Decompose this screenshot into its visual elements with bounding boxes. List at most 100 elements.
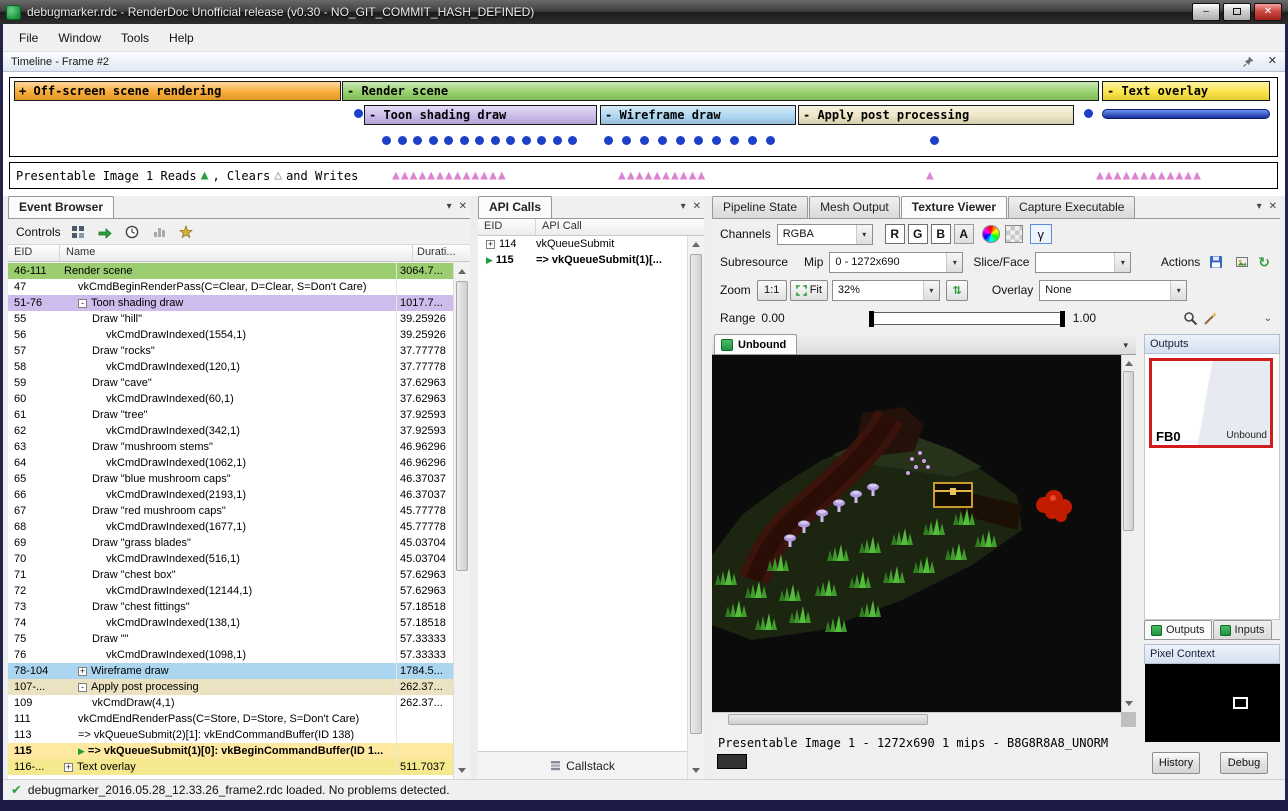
time-durations-icon[interactable] — [122, 222, 142, 242]
history-button[interactable]: History — [1152, 752, 1200, 774]
channel-b-button[interactable]: B — [931, 224, 951, 244]
draw-call-dot[interactable] — [766, 136, 775, 145]
draw-call-dot[interactable] — [604, 136, 613, 145]
draw-call-dot[interactable] — [658, 136, 667, 145]
color-wheel-icon[interactable] — [982, 225, 1000, 243]
timeline-bar-offscreen-scene[interactable]: + Off-screen scene rendering — [14, 81, 341, 101]
event-row[interactable]: 69Draw "grass blades"45.03704 — [8, 535, 453, 551]
tab-api-calls[interactable]: API Calls — [478, 196, 552, 218]
channel-g-button[interactable]: G — [908, 224, 928, 244]
tree-expander[interactable]: + — [64, 763, 73, 772]
maximize-button[interactable] — [1223, 3, 1251, 21]
column-eid[interactable]: EID — [8, 245, 60, 261]
menu-window[interactable]: Window — [48, 27, 111, 49]
draw-call-dot[interactable] — [730, 136, 739, 145]
callstack-section[interactable]: Callstack — [478, 751, 687, 779]
scroll-up-icon[interactable] — [692, 242, 700, 247]
timeline-resource-usage-row[interactable]: Presentable Image 1 Reads ▲ , Clears △ a… — [9, 162, 1278, 189]
event-row[interactable]: 59Draw "cave"37.62963 — [8, 375, 453, 391]
draw-call-dot[interactable] — [748, 136, 757, 145]
event-row[interactable]: 63Draw "mushroom stems"46.96296 — [8, 439, 453, 455]
draw-call-dot[interactable] — [398, 136, 407, 145]
slice-face-select[interactable]: ▾ — [1035, 252, 1131, 273]
draw-call-dot[interactable] — [712, 136, 721, 145]
scrollbar-thumb[interactable] — [690, 254, 702, 734]
event-row[interactable]: 72vkCmdDrawIndexed(12144,1)57.62963 — [8, 583, 453, 599]
event-row[interactable]: 113=> vkQueueSubmit(2)[1]: vkEndCommandB… — [8, 727, 453, 743]
event-row[interactable]: 68vkCmdDrawIndexed(1677,1)45.77778 — [8, 519, 453, 535]
channel-a-button[interactable]: A — [954, 224, 974, 244]
filter-icon[interactable] — [68, 222, 88, 242]
scroll-down-icon[interactable] — [1125, 701, 1133, 706]
mip-select[interactable]: 0 - 1272x690 ▾ — [829, 252, 963, 273]
menu-tools[interactable]: Tools — [111, 27, 159, 49]
chevron-down-icon[interactable]: ▾ — [1123, 340, 1128, 351]
dock-menu-icon[interactable]: ▾ — [1257, 201, 1262, 212]
draw-call-dot[interactable] — [537, 136, 546, 145]
event-row[interactable]: 111vkCmdEndRenderPass(C=Store, D=Store, … — [8, 711, 453, 727]
tab-capture-executable[interactable]: Capture Executable — [1008, 196, 1135, 218]
event-row[interactable]: 75Draw ""57.33333 — [8, 631, 453, 647]
checkerboard-icon[interactable] — [1005, 225, 1023, 243]
draw-call-dot[interactable] — [522, 136, 531, 145]
draw-call-dot[interactable] — [694, 136, 703, 145]
tab-mesh-output[interactable]: Mesh Output — [809, 196, 900, 218]
draw-call-dot[interactable] — [640, 136, 649, 145]
minimize-button[interactable]: – — [1192, 3, 1220, 21]
menu-help[interactable]: Help — [159, 27, 204, 49]
timeline-bar-toon-shading[interactable]: - Toon shading draw — [364, 105, 597, 125]
timeline-bar-post-processing[interactable]: - Apply post processing — [798, 105, 1074, 125]
event-row[interactable]: 70vkCmdDrawIndexed(516,1)45.03704 — [8, 551, 453, 567]
outputs-header[interactable]: Outputs — [1144, 334, 1280, 354]
texture-vertical-scrollbar[interactable] — [1121, 355, 1136, 712]
timeline-bar-text-overlay[interactable]: - Text overlay — [1102, 81, 1270, 101]
close-icon[interactable]: ✕ — [1268, 56, 1277, 67]
menu-file[interactable]: File — [9, 27, 48, 49]
range-max-value[interactable]: 1.00 — [1073, 311, 1096, 325]
api-call-row[interactable]: +114vkQueueSubmit — [478, 236, 687, 252]
bookmark-star-icon[interactable] — [176, 222, 196, 242]
event-row[interactable]: 66vkCmdDrawIndexed(2193,1)46.37037 — [8, 487, 453, 503]
tree-expander[interactable]: - — [78, 683, 87, 692]
column-name[interactable]: Name — [60, 245, 413, 261]
event-row[interactable]: 107-...-Apply post processing262.37... — [8, 679, 453, 695]
scroll-up-icon[interactable] — [1125, 361, 1133, 366]
tree-expander[interactable]: - — [78, 299, 87, 308]
event-row[interactable]: 76vkCmdDrawIndexed(1098,1)57.33333 — [8, 647, 453, 663]
flip-y-button[interactable]: ⇅ — [946, 280, 968, 301]
event-row[interactable]: 57Draw "rocks"37.77778 — [8, 343, 453, 359]
tab-inputs[interactable]: Inputs — [1213, 620, 1272, 639]
goto-eid-icon[interactable] — [95, 222, 115, 242]
save-icon[interactable] — [1206, 252, 1226, 272]
draw-call-dot[interactable] — [568, 136, 577, 145]
event-row[interactable]: 62vkCmdDrawIndexed(342,1)37.92593 — [8, 423, 453, 439]
gamma-button[interactable]: γ — [1030, 224, 1052, 244]
draw-call-dot[interactable] — [413, 136, 422, 145]
draw-call-dot[interactable] — [475, 136, 484, 145]
close-icon[interactable]: ✕ — [1269, 201, 1277, 212]
debug-button[interactable]: Debug — [1220, 752, 1268, 774]
titlebar[interactable]: debugmarker.rdc - RenderDoc Unofficial r… — [0, 0, 1288, 24]
column-duration[interactable]: Durati... — [413, 245, 470, 261]
white-point-handle[interactable] — [1060, 311, 1065, 327]
event-row[interactable]: 60vkCmdDrawIndexed(60,1)37.62963 — [8, 391, 453, 407]
channel-r-button[interactable]: R — [885, 224, 905, 244]
timeline-bar-wireframe[interactable]: - Wireframe draw — [600, 105, 796, 125]
scrollbar-thumb[interactable] — [456, 281, 468, 571]
event-row[interactable]: 109vkCmdDraw(4,1)262.37... — [8, 695, 453, 711]
tab-unbound-texture[interactable]: Unbound — [714, 334, 797, 354]
range-min-value[interactable]: 0.00 — [761, 311, 784, 325]
close-icon[interactable]: ✕ — [459, 201, 467, 212]
chart-icon[interactable] — [149, 222, 169, 242]
event-row[interactable]: 71Draw "chest box"57.62963 — [8, 567, 453, 583]
column-api-call[interactable]: API Call — [536, 219, 704, 235]
scroll-down-icon[interactable] — [692, 768, 700, 773]
draw-call-dot[interactable] — [553, 136, 562, 145]
column-eid[interactable]: EID — [478, 219, 536, 235]
draw-call-dot[interactable] — [460, 136, 469, 145]
event-row[interactable]: 47vkCmdBeginRenderPass(C=Clear, D=Clear,… — [8, 279, 453, 295]
refresh-icon[interactable]: ↻ — [1258, 254, 1270, 271]
overlay-select[interactable]: None ▾ — [1039, 280, 1187, 301]
event-row[interactable]: 73Draw "chest fittings"57.18518 — [8, 599, 453, 615]
black-point-handle[interactable] — [869, 311, 874, 327]
